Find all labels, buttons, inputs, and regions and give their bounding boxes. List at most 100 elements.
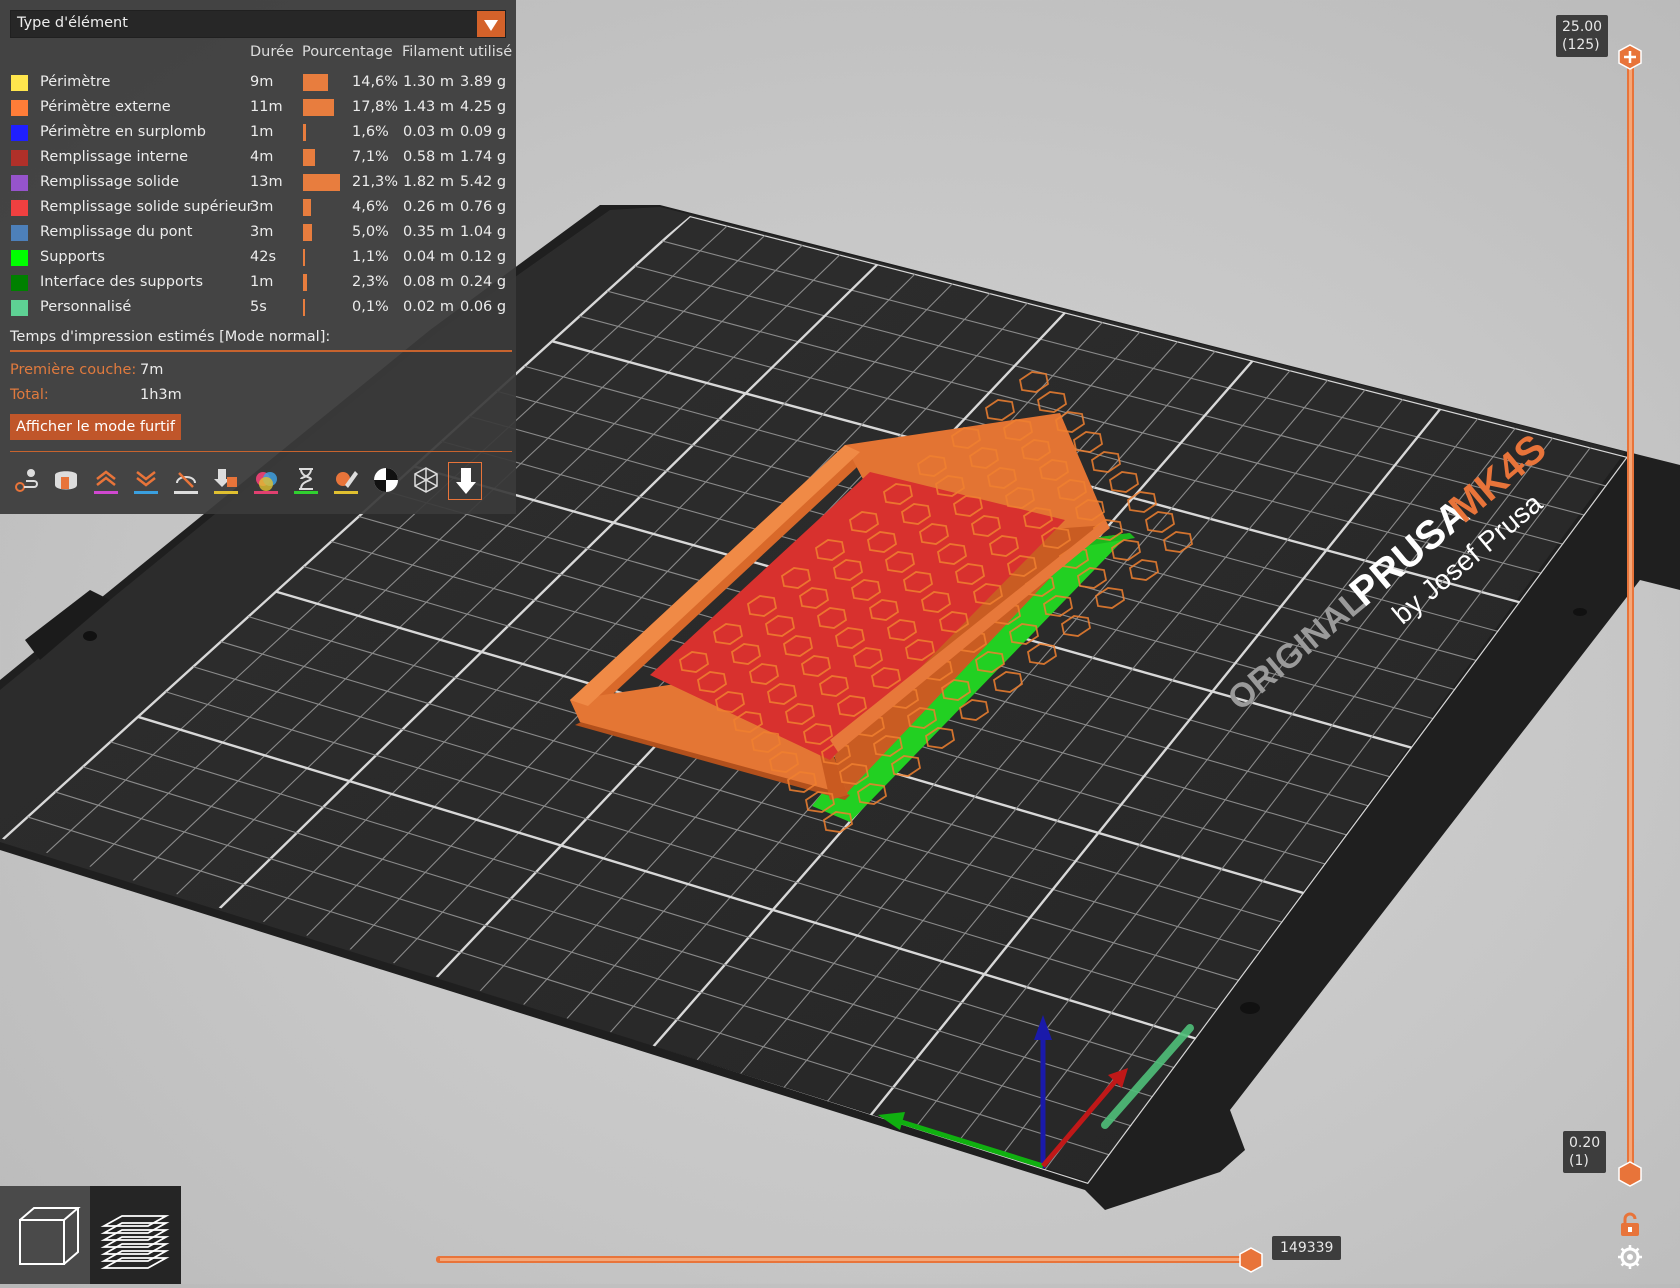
- view-type-dropdown[interactable]: Type d'élément: [10, 10, 506, 38]
- 3d-view-button[interactable]: [0, 1186, 90, 1284]
- feature-time: 1m: [250, 274, 274, 290]
- feature-length: 1.82 m: [403, 174, 455, 190]
- feature-length: 0.02 m: [403, 299, 455, 315]
- column-duration: Durée: [250, 44, 294, 60]
- layer-line: [100, 1250, 170, 1262]
- feature-time: 3m: [250, 199, 274, 215]
- move-slider-handle[interactable]: [1238, 1247, 1264, 1273]
- legend-row[interactable]: Remplissage solide supérieur 3m 4,6% 0.26 m…: [0, 196, 516, 221]
- feature-time: 4m: [250, 149, 274, 165]
- feature-length: 0.58 m: [403, 149, 455, 165]
- tool-changes-icon[interactable]: [208, 462, 242, 500]
- percentage-bar: [303, 74, 329, 91]
- color-changes-icon[interactable]: [248, 462, 282, 500]
- feature-time: 42s: [250, 249, 277, 265]
- legend-row[interactable]: Supports 42s 1,1% 0.04 m 0.12 g: [0, 246, 516, 271]
- legend-row[interactable]: Interface des supports 1m 2,3% 0.08 m 0.24 g: [0, 271, 516, 296]
- feature-length: 0.04 m: [403, 249, 455, 265]
- color-swatch: [11, 200, 28, 216]
- layer-line: [100, 1257, 170, 1269]
- preview-button[interactable]: [90, 1186, 181, 1284]
- settings-gear-icon[interactable]: [1617, 1244, 1643, 1270]
- color-swatch: [11, 250, 28, 266]
- feature-name: Périmètre externe: [40, 99, 171, 115]
- feature-weight: 1.74 g: [460, 149, 507, 165]
- color-swatch: [11, 75, 28, 91]
- move-slider-range: [440, 1258, 1248, 1261]
- retractions-icon[interactable]: [88, 462, 122, 500]
- move-slider-value: 149339: [1272, 1236, 1342, 1260]
- lock-icon[interactable]: [1617, 1212, 1643, 1238]
- show-stealth-mode-button[interactable]: Afficher le mode furtif: [10, 414, 181, 440]
- layer-top-tooltip: 25.00 (125): [1556, 15, 1609, 57]
- feature-weight: 3.89 g: [460, 74, 507, 90]
- feature-weight: 0.09 g: [460, 124, 507, 140]
- layer-line: [100, 1236, 170, 1248]
- divider: [10, 451, 512, 452]
- tool-marker-icon[interactable]: [448, 462, 482, 500]
- layer-top-height: 25.00: [1562, 19, 1603, 35]
- feature-name: Interface des supports: [40, 274, 204, 290]
- color-swatch: [11, 150, 28, 166]
- legend-row[interactable]: Remplissage du pont 3m 5,0% 0.35 m 1.04 g: [0, 221, 516, 246]
- color-swatch: [11, 275, 28, 291]
- first-layer-label: Première couche:: [10, 362, 137, 378]
- column-percentage: Pourcentage: [302, 44, 393, 60]
- feature-percent: 1,6%: [352, 124, 389, 140]
- layer-bottom-tooltip: 0.20 (1): [1563, 1131, 1607, 1173]
- view-type-label: Type d'élément: [17, 15, 128, 31]
- total-label: Total:: [10, 387, 49, 403]
- travel-icon[interactable]: [8, 462, 42, 500]
- wipe-icon[interactable]: [48, 462, 82, 500]
- feature-name: Remplissage solide supérieur: [40, 199, 253, 215]
- layer-bottom-number: (1): [1569, 1153, 1589, 1169]
- percentage-bar: [303, 249, 305, 266]
- custom-gcode-icon[interactable]: [328, 462, 362, 500]
- seams-icon[interactable]: [168, 462, 202, 500]
- layer-top-handle[interactable]: [1617, 44, 1643, 70]
- feature-weight: 4.25 g: [460, 99, 507, 115]
- feature-time: 3m: [250, 224, 274, 240]
- visibility-toolbar: [8, 462, 508, 502]
- legend-panel: Type d'élément Durée Pourcentage Filamen…: [0, 0, 516, 514]
- feature-length: 0.08 m: [403, 274, 455, 290]
- deretractions-icon[interactable]: [128, 462, 162, 500]
- percentage-bar: [303, 224, 312, 241]
- estimate-title: Temps d'impression estimés [Mode normal]…: [10, 329, 331, 345]
- shells-icon[interactable]: [408, 462, 442, 500]
- legend-row[interactable]: Périmètre en surplomb 1m 1,6% 0.03 m 0.09 g: [0, 121, 516, 146]
- feature-name: Périmètre: [40, 74, 111, 90]
- layers-icon: [100, 1215, 170, 1269]
- feature-time: 11m: [250, 99, 283, 115]
- percentage-bar: [303, 124, 306, 141]
- layer-line: [100, 1243, 170, 1255]
- feature-percent: 14,6%: [352, 74, 399, 90]
- layer-bottom-height: 0.20: [1569, 1135, 1601, 1151]
- legend-row[interactable]: Périmètre externe 11m 17,8% 1.43 m 4.25 g: [0, 96, 516, 121]
- feature-length: 0.03 m: [403, 124, 455, 140]
- feature-percent: 7,1%: [352, 149, 389, 165]
- layer-bottom-handle[interactable]: [1617, 1161, 1643, 1187]
- cube-icon: [19, 1207, 81, 1265]
- feature-time: 5s: [250, 299, 267, 315]
- feature-time: 1m: [250, 124, 274, 140]
- pause-icon[interactable]: [288, 462, 322, 500]
- color-swatch: [11, 125, 28, 141]
- legend-row[interactable]: Remplissage solide 13m 21,3% 1.82 m 5.42 g: [0, 171, 516, 196]
- legend-row[interactable]: Personnalisé 5s 0,1% 0.02 m 0.06 g: [0, 296, 516, 321]
- feature-length: 1.43 m: [403, 99, 455, 115]
- feature-length: 0.26 m: [403, 199, 455, 215]
- layer-slider-range: [1629, 62, 1632, 1170]
- legend-row[interactable]: Remplissage interne 4m 7,1% 0.58 m 1.74 g: [0, 146, 516, 171]
- center-of-gravity-icon[interactable]: [368, 462, 402, 500]
- percentage-bar: [303, 199, 311, 216]
- feature-length: 1.30 m: [403, 74, 455, 90]
- percentage-bar: [303, 274, 307, 291]
- legend-row[interactable]: Périmètre 9m 14,6% 1.30 m 3.89 g: [0, 71, 516, 96]
- percentage-bar: [303, 99, 334, 116]
- chevron-down-icon[interactable]: [477, 11, 505, 37]
- layer-line: [100, 1229, 170, 1241]
- feature-weight: 0.06 g: [460, 299, 507, 315]
- feature-name: Remplissage solide: [40, 174, 180, 190]
- feature-percent: 5,0%: [352, 224, 389, 240]
